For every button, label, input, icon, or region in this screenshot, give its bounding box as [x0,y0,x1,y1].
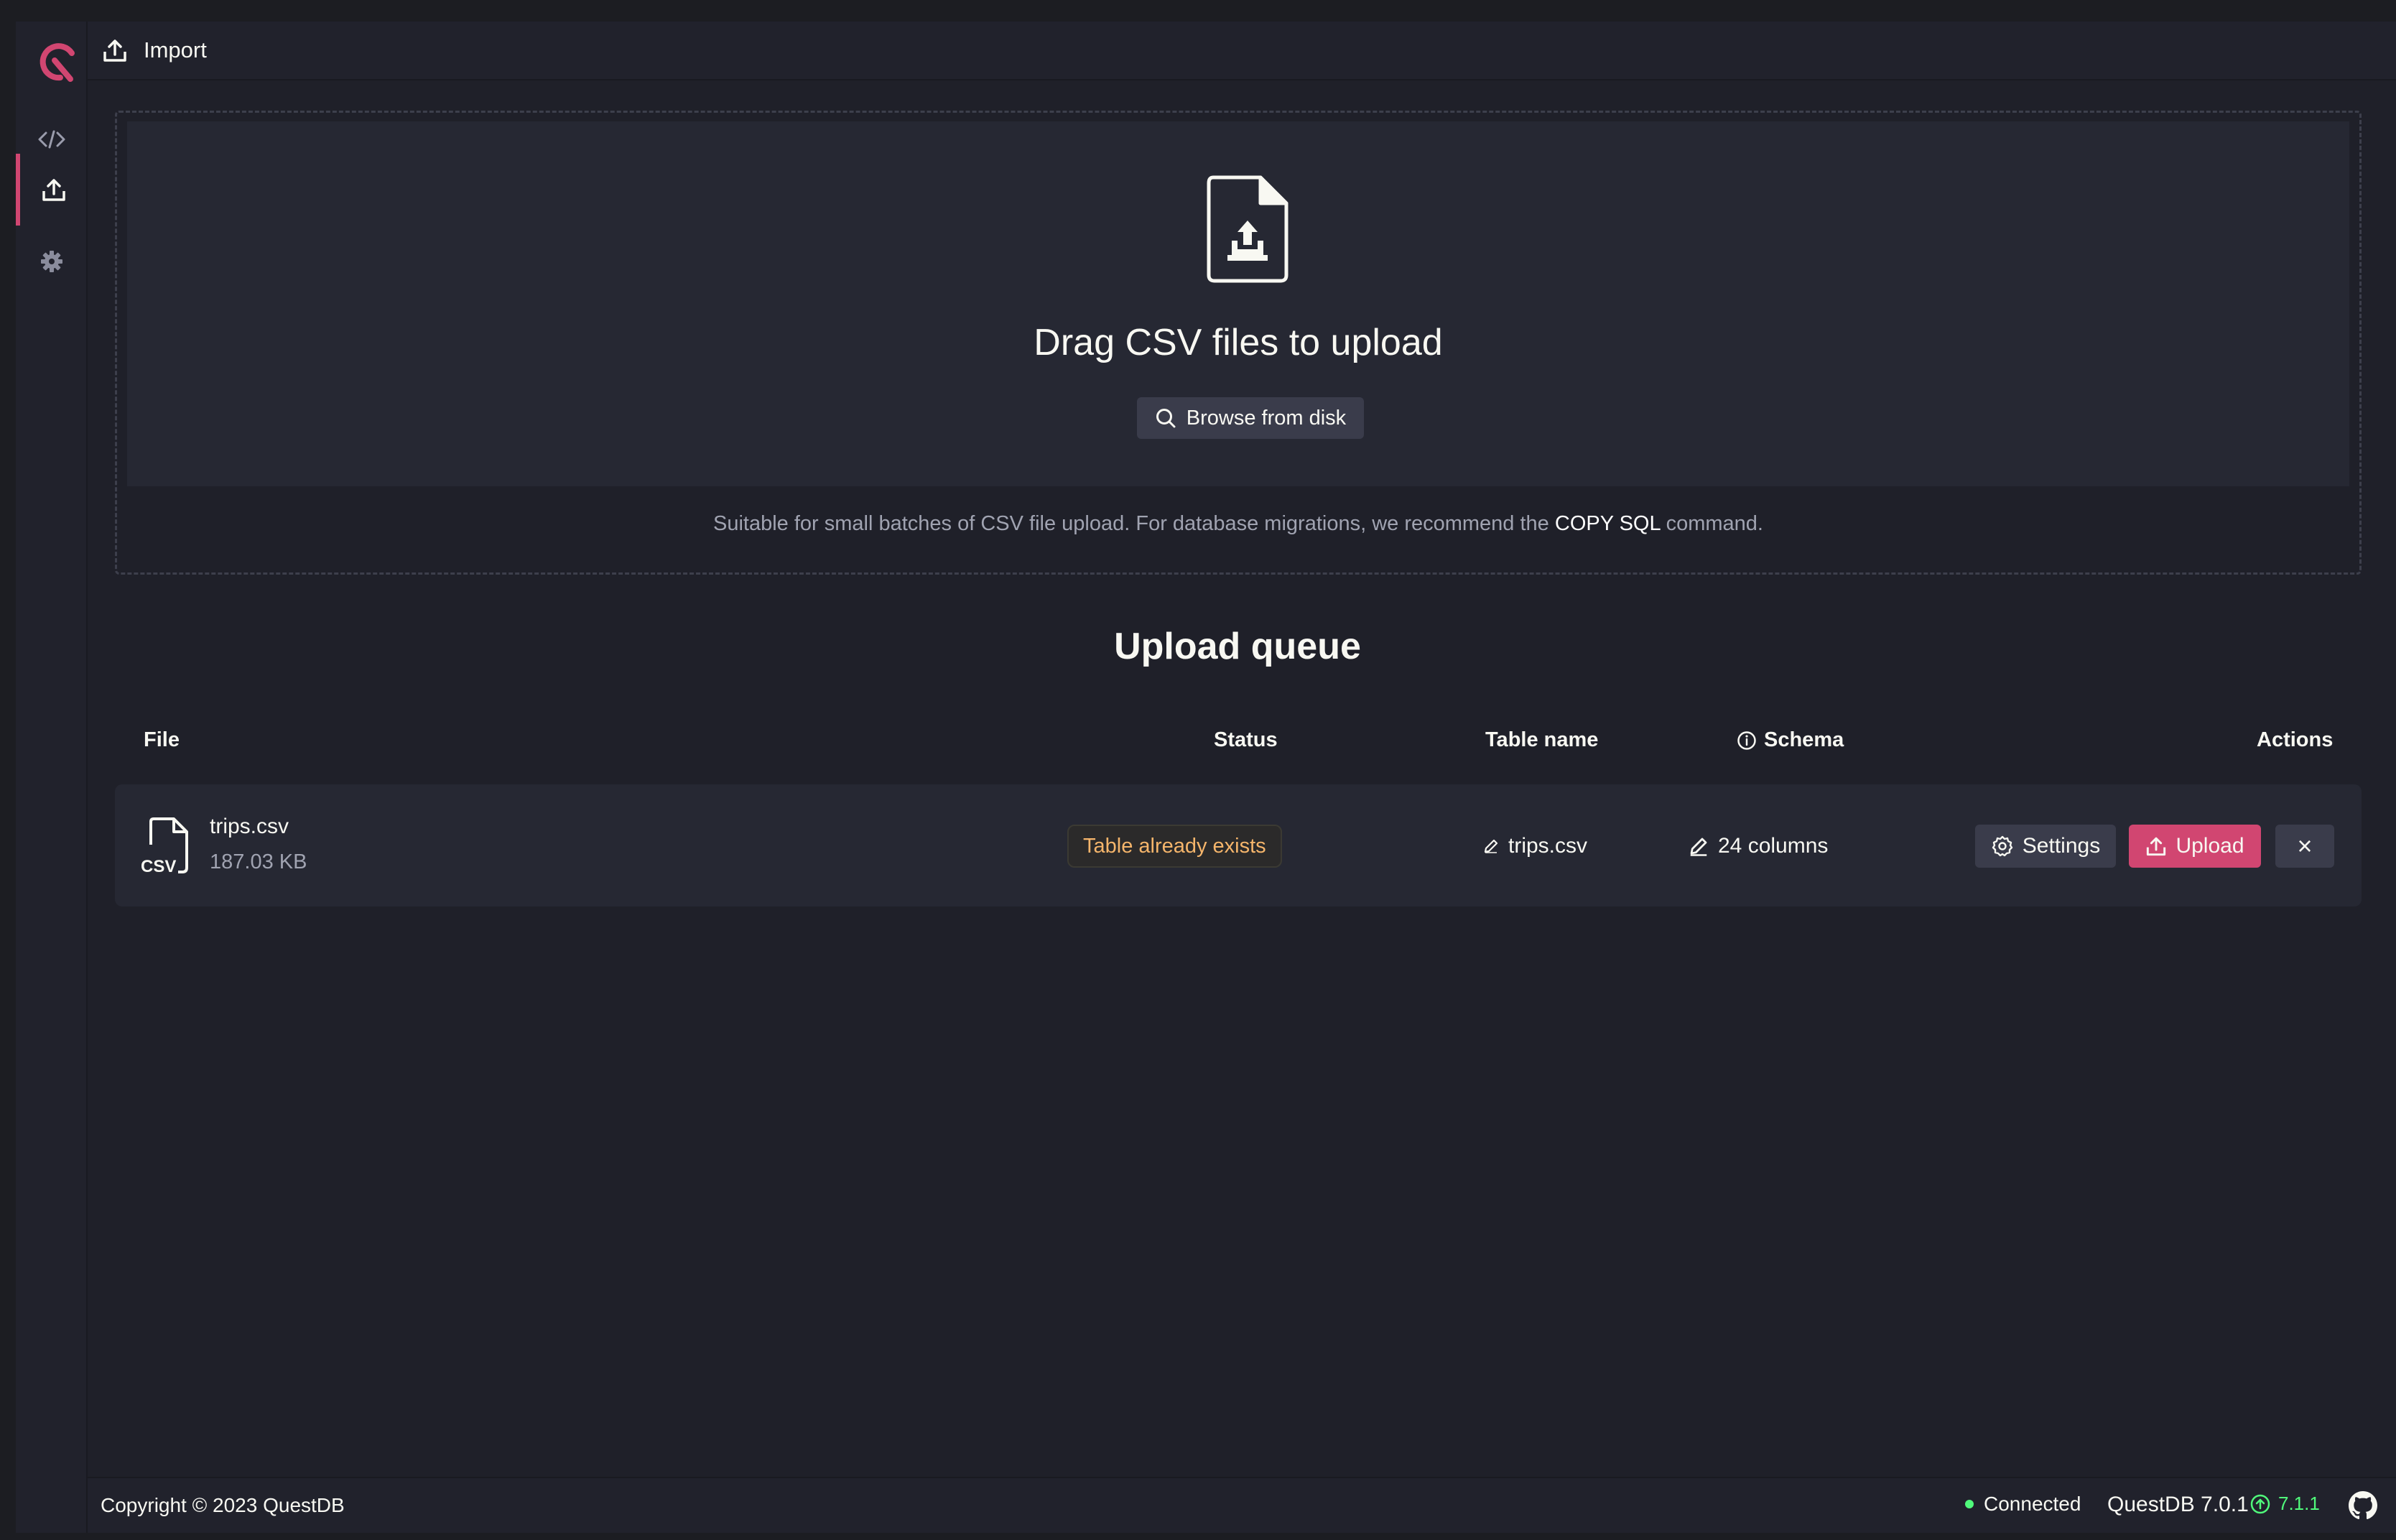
sidebar-item-settings[interactable] [16,226,88,297]
sidebar [16,22,88,1533]
schema-value: 24 columns [1718,834,1829,858]
close-icon: × [2297,831,2313,861]
settings-button[interactable]: Settings [1975,825,2116,868]
connection-status: Connected [1965,1493,2081,1516]
upload-button[interactable]: Upload [2129,825,2261,868]
file-upload-icon [1207,175,1288,283]
browse-from-disk-button[interactable]: Browse from disk [1137,397,1364,439]
code-icon [38,130,65,149]
table-name-edit[interactable]: trips.csv [1482,829,1587,863]
column-header-table-name: Table name [1485,728,1599,751]
update-available-link[interactable]: 7.1.1 [2249,1493,2320,1515]
note-text-suffix: command. [1660,512,1763,535]
column-header-file: File [144,728,180,751]
version-label: QuestDB 7.0.1 [2107,1493,2249,1516]
copyright-text: Copyright © 2023 QuestDB [101,1494,345,1516]
upload-label: Upload [2176,834,2244,858]
gear-icon [41,251,62,272]
schema-header-label: Schema [1764,728,1844,751]
page-title: Import [144,37,207,62]
csv-file-icon: CSV [141,817,188,876]
info-icon[interactable] [1737,730,1757,751]
window-frame-top [0,0,2396,22]
connection-label: Connected [1984,1493,2081,1515]
dropzone-title: Drag CSV files to upload [1034,322,1443,363]
sidebar-item-import[interactable] [16,154,88,226]
browse-label: Browse from disk [1186,406,1347,430]
search-icon [1156,409,1176,428]
footer: Copyright © 2023 QuestDB Connected Quest… [88,1477,2396,1533]
top-bar: Import [88,22,2396,80]
gear-icon [1992,835,2012,857]
settings-label: Settings [2022,834,2101,858]
column-header-status: Status [1214,728,1278,751]
window-frame-left [0,0,16,1540]
status-badge: Table already exists [1067,825,1282,868]
dropzone-note: Suitable for small batches of CSV file u… [117,512,2359,536]
window-frame-bottom [0,1533,2396,1540]
remove-file-button[interactable]: × [2275,825,2334,868]
pencil-icon [1690,838,1707,856]
status-dot-icon [1965,1500,1974,1508]
pencil-icon [1484,839,1498,853]
note-text: Suitable for small batches of CSV file u… [713,512,1555,535]
csv-icon-label: CSV [141,857,176,876]
arrow-up-circle-icon [2250,1494,2270,1513]
update-version: 7.1.1 [2278,1493,2320,1514]
column-header-schema: Schema [1737,728,1844,752]
file-size: 187.03 KB [210,850,307,873]
upload-icon [42,179,65,201]
table-name-value: trips.csv [1508,834,1588,858]
file-name: trips.csv [210,815,289,838]
copy-sql-link[interactable]: COPY SQL [1555,512,1661,535]
github-icon[interactable] [2349,1491,2377,1520]
upload-icon [2147,837,2166,856]
questdb-logo-icon [40,43,75,82]
schema-edit[interactable]: 24 columns [1688,829,1828,863]
dropzone-area[interactable]: Drag CSV files to upload Browse from dis… [127,121,2349,486]
upload-queue-title: Upload queue [1114,626,1361,667]
questdb-logo[interactable] [23,26,95,98]
csv-dropzone[interactable]: Drag CSV files to upload Browse from dis… [115,111,2362,575]
upload-icon [101,36,129,65]
table-row: CSV trips.csv 187.03 KB Table already ex… [115,784,2362,906]
column-header-actions: Actions [2257,728,2334,751]
